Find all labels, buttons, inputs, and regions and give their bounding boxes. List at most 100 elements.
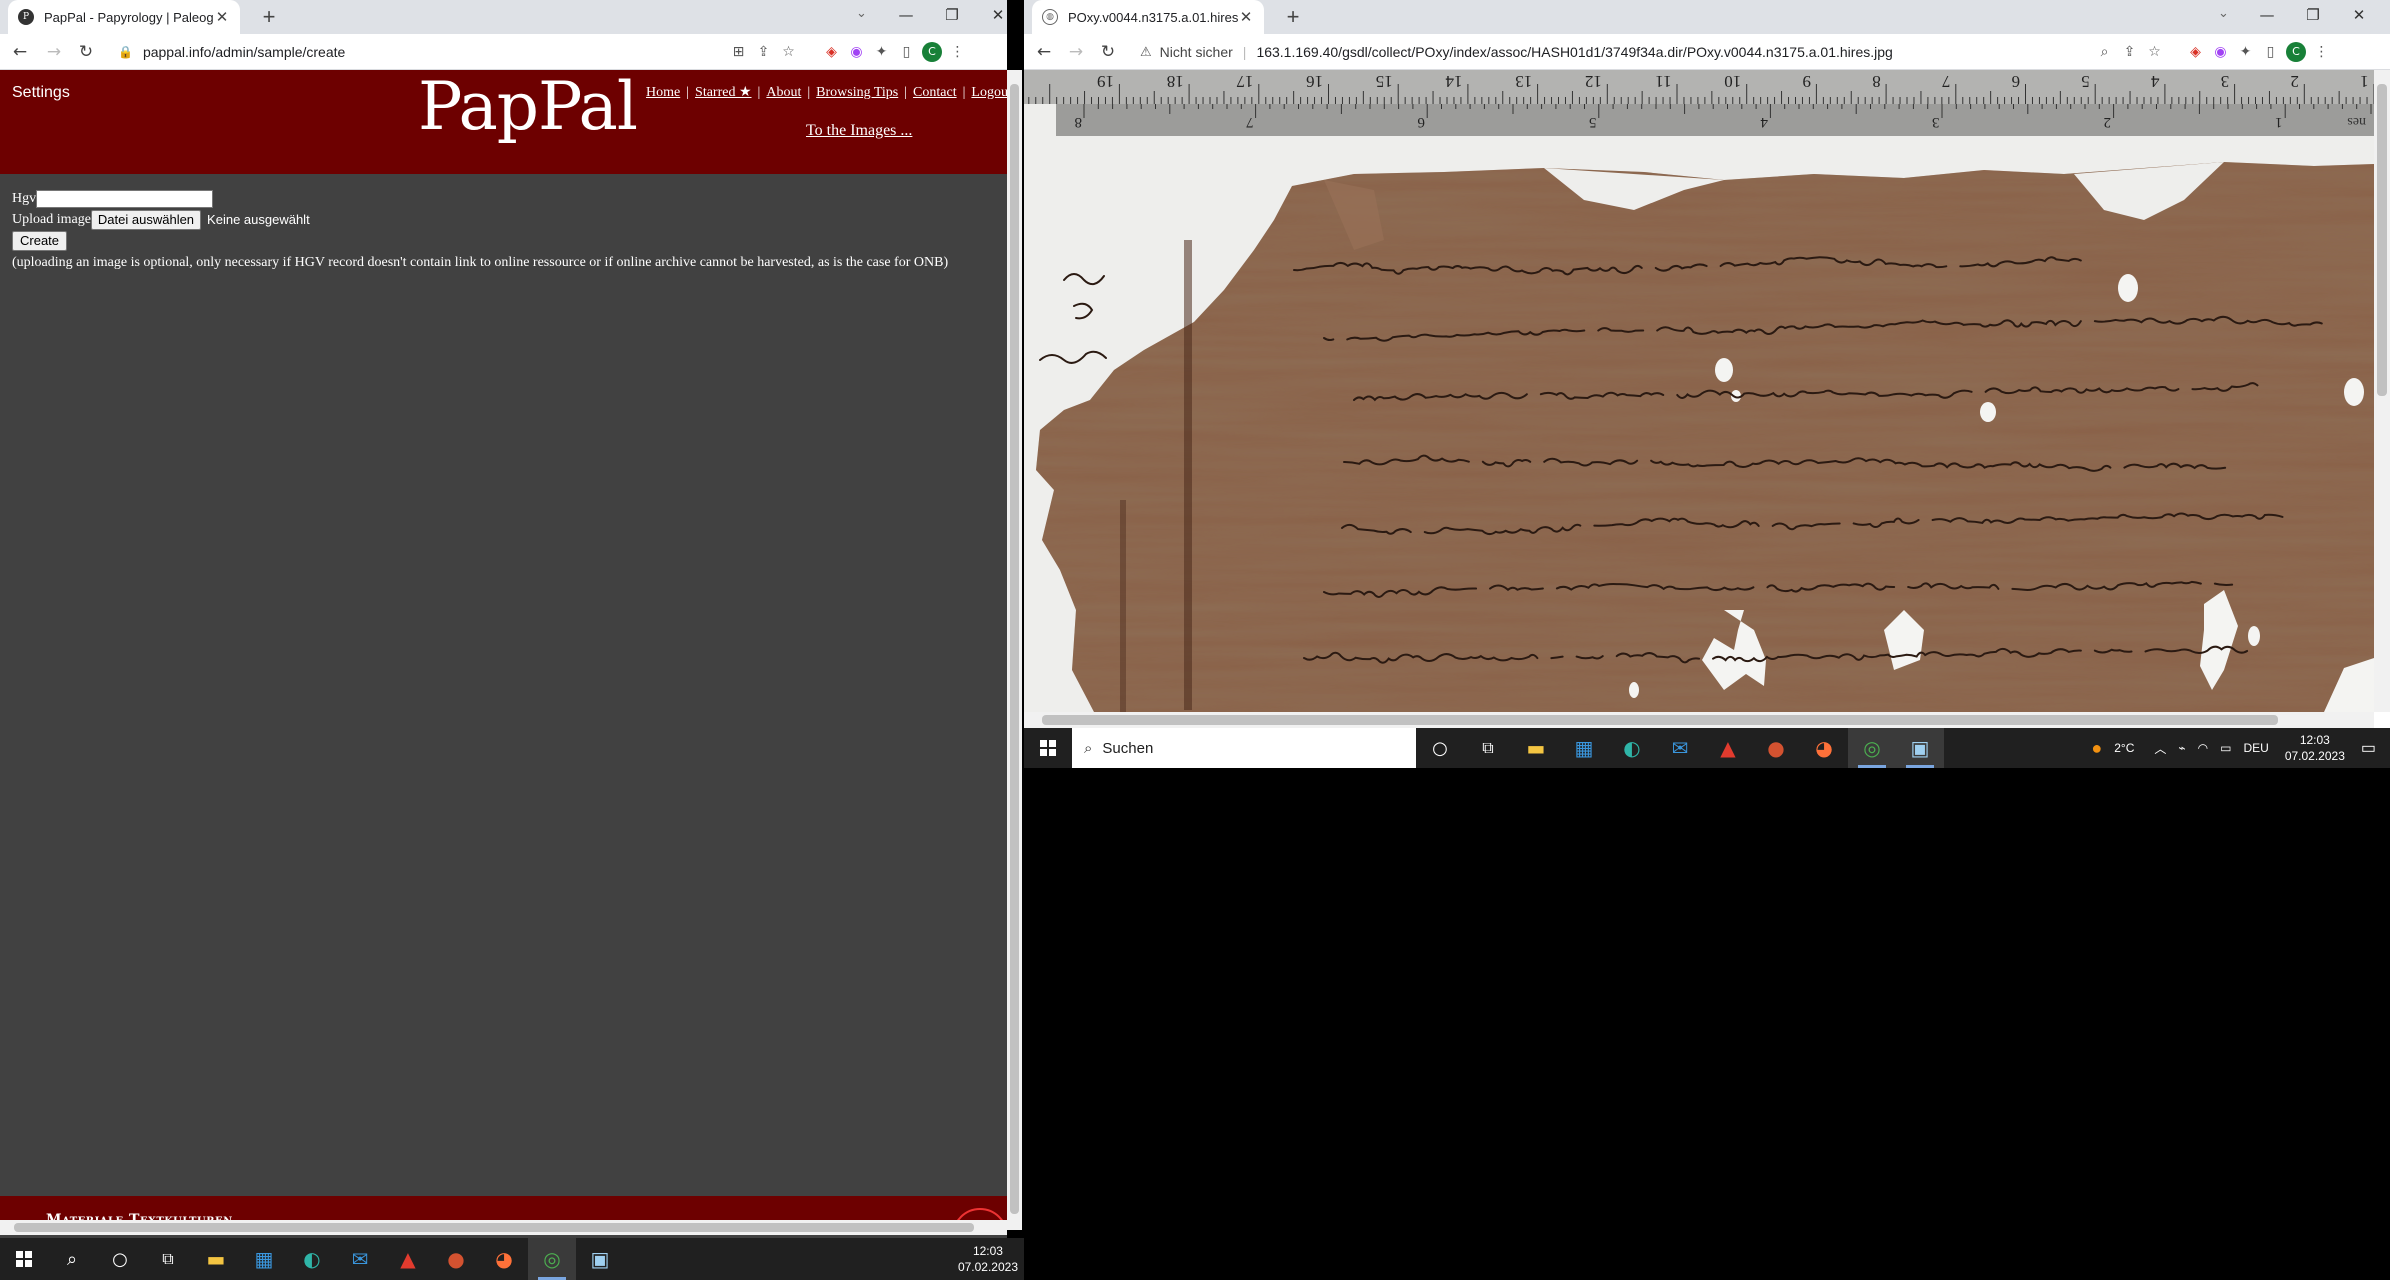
- nav-browsing-tips[interactable]: Browsing Tips: [816, 85, 898, 100]
- chrome-icon[interactable]: ◎: [528, 1238, 576, 1280]
- mail-icon[interactable]: ✉: [1656, 728, 1704, 768]
- restore-button[interactable]: ❐: [2290, 6, 2336, 24]
- acrobat-icon[interactable]: ▲: [1704, 728, 1752, 768]
- tray-chevron-icon[interactable]: ︿: [2154, 740, 2166, 757]
- nav-logout[interactable]: Logout: [971, 85, 1007, 100]
- vertical-scrollbar[interactable]: [2374, 70, 2390, 712]
- choose-file-button[interactable]: Datei auswählen: [90, 209, 202, 230]
- nav-about[interactable]: About: [766, 85, 801, 100]
- profile-avatar[interactable]: C: [2286, 42, 2306, 62]
- task-view-icon[interactable]: ⧉: [1464, 728, 1512, 768]
- network-icon[interactable]: ⌁: [2178, 741, 2185, 755]
- acrobat-icon[interactable]: ▲: [384, 1238, 432, 1280]
- horizontal-scrollbar[interactable]: [1024, 712, 2374, 728]
- address-bar[interactable]: 🔒 pappal.info/admin/sample/create: [118, 38, 345, 66]
- mail-icon[interactable]: ✉: [336, 1238, 384, 1280]
- cortana-icon[interactable]: ○: [1416, 728, 1464, 768]
- nav-starred[interactable]: Starred ★: [695, 85, 751, 100]
- extension-shield-icon[interactable]: ◈: [819, 40, 844, 64]
- extension-shield-icon[interactable]: ◈: [2183, 40, 2208, 64]
- tab-close-icon[interactable]: ✕: [1238, 8, 1254, 26]
- extension-purple-icon[interactable]: ◉: [844, 40, 869, 64]
- horizontal-scrollbar[interactable]: [0, 1220, 1007, 1235]
- clock[interactable]: 12:03 07.02.2023: [958, 1243, 1018, 1275]
- hgv-input[interactable]: [36, 189, 214, 208]
- side-panel-icon[interactable]: ▯: [2258, 40, 2283, 64]
- tab-close-icon[interactable]: ✕: [214, 8, 230, 26]
- url-text[interactable]: 163.1.169.40/gsdl/collect/POxy/index/ass…: [1256, 44, 1892, 60]
- images-link[interactable]: To the Images ...: [806, 122, 912, 140]
- scrollbar-thumb[interactable]: [2377, 84, 2387, 396]
- share-icon[interactable]: ⇪: [751, 40, 776, 64]
- file-explorer-icon[interactable]: ▬: [192, 1238, 240, 1280]
- file-explorer-icon[interactable]: ▬: [1512, 728, 1560, 768]
- language-indicator[interactable]: DEU: [2243, 741, 2268, 755]
- bookmark-star-icon[interactable]: ☆: [776, 40, 801, 64]
- url-text[interactable]: pappal.info/admin/sample/create: [143, 44, 345, 60]
- share-icon[interactable]: ⇪: [2117, 40, 2142, 64]
- pappal-logo[interactable]: PapPal: [418, 70, 638, 145]
- zoom-icon[interactable]: ⌕: [2092, 40, 2117, 64]
- firefox-icon[interactable]: ◕: [480, 1238, 528, 1280]
- weather-sun-icon[interactable]: ●: [2091, 738, 2102, 759]
- back-button[interactable]: ←: [1032, 40, 1056, 64]
- task-view-icon[interactable]: ⧉: [144, 1238, 192, 1280]
- powerpoint-icon[interactable]: ●: [1752, 728, 1800, 768]
- new-tab-button[interactable]: +: [1280, 4, 1306, 30]
- new-tab-button[interactable]: +: [256, 4, 282, 30]
- extension-purple-icon[interactable]: ◉: [2208, 40, 2233, 64]
- side-panel-icon[interactable]: ▯: [894, 40, 919, 64]
- edge-icon[interactable]: ◐: [1608, 728, 1656, 768]
- translate-icon[interactable]: ⊞: [726, 40, 751, 64]
- store-icon[interactable]: ▦: [240, 1238, 288, 1280]
- minimize-button[interactable]: —: [883, 6, 929, 24]
- store-icon[interactable]: ▦: [1560, 728, 1608, 768]
- cortana-icon[interactable]: ○: [96, 1238, 144, 1280]
- reload-button[interactable]: ↻: [1096, 40, 1120, 64]
- scrollbar-thumb[interactable]: [14, 1223, 974, 1232]
- ruler-cm-label: 11: [1655, 72, 1671, 91]
- vertical-scrollbar[interactable]: [1007, 70, 1022, 1230]
- minimize-button[interactable]: —: [2244, 6, 2290, 24]
- back-button[interactable]: ←: [8, 40, 32, 64]
- tab-papyrus-image[interactable]: ◍ POxy.v0044.n3175.a.01.hires.jpg ✕: [1032, 0, 1264, 34]
- notifications-icon[interactable]: ▭: [2361, 738, 2376, 758]
- bookmark-star-icon[interactable]: ☆: [2142, 40, 2167, 64]
- create-button[interactable]: Create: [12, 230, 68, 251]
- restore-button[interactable]: ❐: [929, 6, 975, 24]
- address-bar[interactable]: ⚠ Nicht sicher | 163.1.169.40/gsdl/colle…: [1140, 38, 1893, 66]
- firefox-icon[interactable]: ◕: [1800, 728, 1848, 768]
- extensions-puzzle-icon[interactable]: ✦: [2233, 40, 2258, 64]
- battery-icon[interactable]: ▭: [2220, 741, 2231, 755]
- pappal-favicon-icon: P: [18, 9, 34, 25]
- tab-search-chevron-icon[interactable]: ⌄: [2218, 5, 2229, 21]
- forward-button[interactable]: →: [42, 40, 66, 64]
- clock[interactable]: 12:03 07.02.2023: [2285, 732, 2345, 764]
- close-window-button[interactable]: ✕: [2336, 6, 2382, 24]
- wifi-icon[interactable]: ◠: [2198, 741, 2208, 755]
- nav-contact[interactable]: Contact: [913, 85, 957, 100]
- profile-avatar[interactable]: C: [922, 42, 942, 62]
- forward-button[interactable]: →: [1064, 40, 1088, 64]
- search-icon[interactable]: ⌕: [48, 1238, 96, 1280]
- extensions-puzzle-icon[interactable]: ✦: [869, 40, 894, 64]
- app-window-icon[interactable]: ▣: [576, 1238, 624, 1280]
- weather-temp[interactable]: 2°C: [2114, 741, 2134, 755]
- scrollbar-thumb[interactable]: [1010, 84, 1019, 1214]
- settings-link[interactable]: Settings: [12, 84, 70, 102]
- edge-icon[interactable]: ◐: [288, 1238, 336, 1280]
- start-button[interactable]: [1024, 728, 1072, 768]
- menu-kebab-icon[interactable]: ⋮: [2309, 40, 2334, 64]
- chrome-icon[interactable]: ◎: [1848, 728, 1896, 768]
- taskbar-search-box[interactable]: ⌕ Suchen: [1072, 728, 1416, 768]
- close-window-button[interactable]: ✕: [975, 6, 1021, 24]
- start-button[interactable]: [0, 1238, 48, 1280]
- menu-kebab-icon[interactable]: ⋮: [945, 40, 970, 64]
- nav-home[interactable]: Home: [646, 85, 680, 100]
- tab-search-chevron-icon[interactable]: ⌄: [856, 5, 867, 21]
- reload-button[interactable]: ↻: [74, 40, 98, 64]
- powerpoint-icon[interactable]: ●: [432, 1238, 480, 1280]
- scrollbar-thumb[interactable]: [1042, 715, 2278, 725]
- app-window-icon[interactable]: ▣: [1896, 728, 1944, 768]
- tab-pappal[interactable]: P PapPal - Papyrology | Paleograph ✕: [8, 0, 240, 34]
